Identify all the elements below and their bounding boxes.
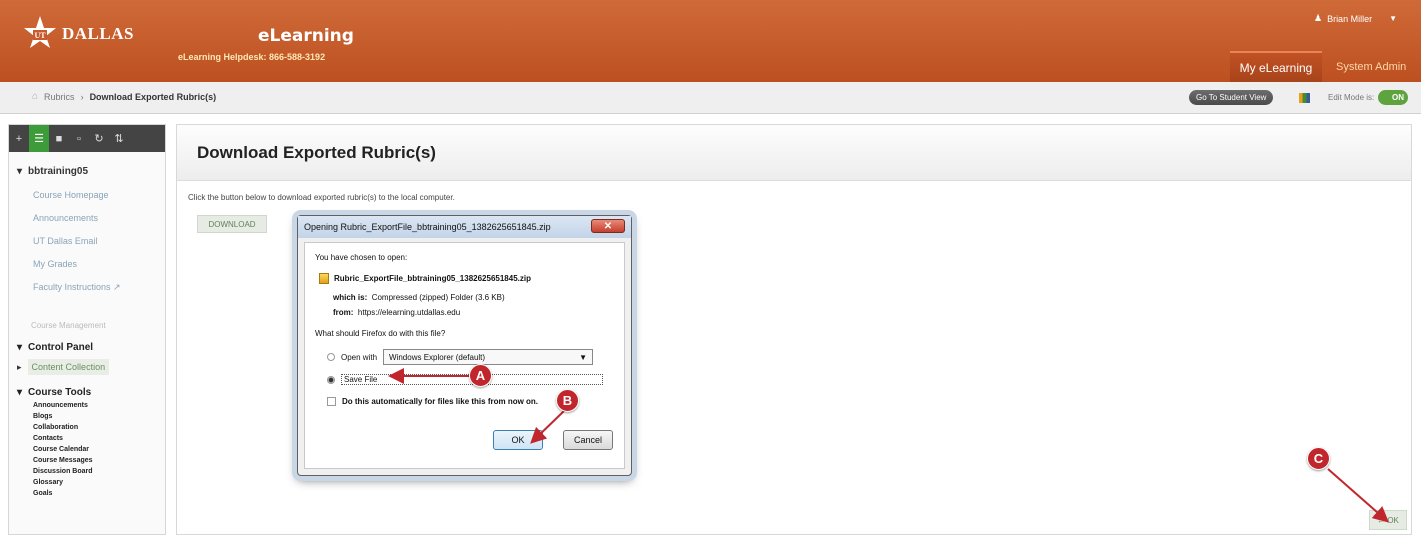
chevron-down-icon: ▾ bbox=[17, 166, 23, 177]
file-source-value: https://elearning.utdallas.edu bbox=[357, 308, 461, 317]
zip-folder-icon bbox=[319, 273, 329, 284]
ok-button-label: OK bbox=[1387, 515, 1399, 525]
tool-course-messages[interactable]: Course Messages bbox=[33, 457, 165, 464]
chevron-down-icon: ▼ bbox=[1389, 14, 1397, 23]
edit-mode-toggle[interactable]: ON bbox=[1378, 90, 1408, 105]
svg-text:UT: UT bbox=[34, 31, 46, 40]
chevron-down-icon: ▼ bbox=[579, 352, 588, 362]
course-sidebar: + ☰ ■ ▫ ↻ ⇅ ▾ bbtraining05 Course Homepa… bbox=[8, 124, 166, 535]
sidebar-item-content-collection[interactable]: ▸ Content Collection bbox=[17, 359, 165, 375]
auto-action-checkbox[interactable] bbox=[327, 397, 336, 406]
open-with-option[interactable]: Open with Windows Explorer (default) ▼ bbox=[327, 349, 594, 365]
file-type-value: Compressed (zipped) Folder (3.6 KB) bbox=[371, 293, 505, 302]
file-source-row: from: https://elearning.utdallas.edu bbox=[333, 308, 460, 317]
user-menu[interactable]: ♟ Brian Miller ▼ bbox=[1314, 13, 1397, 24]
sidebar-item-course-homepage[interactable]: Course Homepage bbox=[33, 190, 165, 200]
breadcrumb: ⌂ Rubrics › Download Exported Rubric(s) bbox=[32, 91, 216, 102]
application-select[interactable]: Windows Explorer (default) ▼ bbox=[383, 349, 594, 365]
window-icon[interactable]: ▫ bbox=[69, 125, 89, 152]
helpdesk-info: eLearning Helpdesk: 866-588-3192 bbox=[178, 52, 326, 62]
sort-icon[interactable]: ⇅ bbox=[109, 125, 129, 152]
sidebar-item-utd-email[interactable]: UT Dallas Email bbox=[33, 236, 165, 246]
course-management-label: Course Management bbox=[31, 321, 106, 330]
faculty-instructions-label: Faculty Instructions bbox=[33, 282, 111, 292]
breadcrumb-item-rubrics[interactable]: Rubrics bbox=[44, 92, 75, 102]
folder-view-icon[interactable]: ■ bbox=[49, 125, 69, 152]
sidebar-item-faculty-instructions[interactable]: Faculty Instructions ↗ bbox=[33, 282, 165, 293]
list-view-icon[interactable]: ☰ bbox=[29, 125, 49, 152]
breadcrumb-item-current: Download Exported Rubric(s) bbox=[89, 91, 217, 102]
sidebar-item-announcements[interactable]: Announcements bbox=[33, 213, 165, 223]
auto-action-label: Do this automatically for files like thi… bbox=[342, 397, 539, 406]
breadcrumb-separator: › bbox=[80, 91, 84, 102]
callout-a: A bbox=[469, 364, 492, 387]
edit-mode-label: Edit Mode is: bbox=[1328, 93, 1375, 102]
student-view-button[interactable]: Go To Student View bbox=[1189, 90, 1274, 105]
dialog-ok-button[interactable]: OK bbox=[493, 430, 543, 450]
file-open-dialog: Opening Rubric_ExportFile_bbtraining05_1… bbox=[297, 215, 632, 476]
sidebar-item-my-grades[interactable]: My Grades bbox=[33, 259, 165, 269]
control-panel-label: Control Panel bbox=[28, 342, 94, 353]
tool-goals[interactable]: Goals bbox=[33, 490, 165, 497]
application-select-value: Windows Explorer (default) bbox=[389, 352, 486, 362]
instructions-text: Click the button below to download expor… bbox=[188, 193, 455, 202]
course-tools-label: Course Tools bbox=[28, 387, 92, 398]
chevron-right-icon: ▸ bbox=[17, 361, 22, 372]
refresh-icon[interactable]: ↻ bbox=[89, 125, 109, 152]
tool-blogs[interactable]: Blogs bbox=[33, 413, 165, 420]
tool-collaboration[interactable]: Collaboration bbox=[33, 424, 165, 431]
texas-star-icon: UT bbox=[24, 16, 56, 48]
header: UT DALLAS eLearning eLearning Helpdesk: … bbox=[0, 0, 1421, 82]
breadcrumb-bar: ⌂ Rubrics › Download Exported Rubric(s) … bbox=[0, 82, 1421, 114]
close-icon[interactable]: ✕ bbox=[591, 219, 625, 233]
tab-system-admin[interactable]: System Admin bbox=[1330, 51, 1412, 82]
tool-course-calendar[interactable]: Course Calendar bbox=[33, 446, 165, 453]
tab-my-elearning[interactable]: My eLearning bbox=[1230, 51, 1322, 82]
control-panel-header[interactable]: ▾ Control Panel bbox=[17, 342, 165, 353]
file-name-row: Rubric_ExportFile_bbtraining05_138262565… bbox=[319, 273, 531, 284]
user-name: Brian Miller bbox=[1327, 13, 1373, 24]
tool-announcements[interactable]: Announcements bbox=[33, 402, 165, 409]
file-type-label: which is: bbox=[333, 293, 368, 302]
page-title: Download Exported Rubric(s) bbox=[197, 143, 436, 162]
add-icon[interactable]: + bbox=[9, 125, 29, 152]
chosen-label: You have chosen to open: bbox=[315, 253, 408, 262]
sidebar-toolbar: + ☰ ■ ▫ ↻ ⇅ bbox=[9, 125, 165, 152]
open-with-radio[interactable] bbox=[327, 353, 335, 361]
file-type-row: which is: Compressed (zipped) Folder (3.… bbox=[333, 293, 505, 302]
chevron-down-icon: ▾ bbox=[17, 342, 23, 353]
save-file-radio[interactable] bbox=[327, 375, 335, 384]
save-file-option[interactable]: Save File bbox=[327, 374, 603, 385]
file-source-label: from: bbox=[333, 308, 354, 317]
ut-dallas-logo[interactable]: UT DALLAS bbox=[22, 14, 134, 54]
tool-contacts[interactable]: Contacts bbox=[33, 435, 165, 442]
dialog-titlebar[interactable]: Opening Rubric_ExportFile_bbtraining05_1… bbox=[298, 216, 631, 238]
tool-glossary[interactable]: Glossary bbox=[33, 479, 165, 486]
dialog-body: You have chosen to open: Rubric_ExportFi… bbox=[304, 242, 625, 469]
action-question: What should Firefox do with this file? bbox=[315, 329, 446, 338]
course-name-label: bbtraining05 bbox=[28, 166, 89, 177]
auto-action-option[interactable]: Do this automatically for files like thi… bbox=[327, 397, 538, 406]
page-title-bar: Download Exported Rubric(s) bbox=[177, 125, 1411, 181]
chevron-down-icon: ▾ bbox=[17, 387, 23, 398]
course-name[interactable]: ▾ bbtraining05 bbox=[17, 166, 165, 177]
site-title: eLearning bbox=[258, 26, 354, 46]
user-icon: ♟ bbox=[1313, 13, 1323, 23]
external-link-icon: ↗ bbox=[113, 282, 121, 292]
course-tools-header[interactable]: ▾ Course Tools bbox=[17, 387, 165, 398]
download-button[interactable]: DOWNLOAD bbox=[197, 215, 267, 233]
logo-text: DALLAS bbox=[62, 24, 134, 43]
dialog-cancel-button[interactable]: Cancel bbox=[563, 430, 613, 450]
palette-icon[interactable] bbox=[1299, 93, 1310, 103]
content-collection-label: Content Collection bbox=[27, 359, 110, 375]
dialog-title: Opening Rubric_ExportFile_bbtraining05_1… bbox=[304, 222, 551, 232]
ok-button[interactable]: ← OK bbox=[1369, 510, 1407, 530]
tool-discussion-board[interactable]: Discussion Board bbox=[33, 468, 165, 475]
file-name: Rubric_ExportFile_bbtraining05_138262565… bbox=[334, 274, 531, 283]
callout-b: B bbox=[556, 389, 579, 412]
callout-c: C bbox=[1307, 447, 1330, 470]
home-icon[interactable]: ⌂ bbox=[32, 91, 38, 102]
open-with-label: Open with bbox=[341, 352, 378, 362]
